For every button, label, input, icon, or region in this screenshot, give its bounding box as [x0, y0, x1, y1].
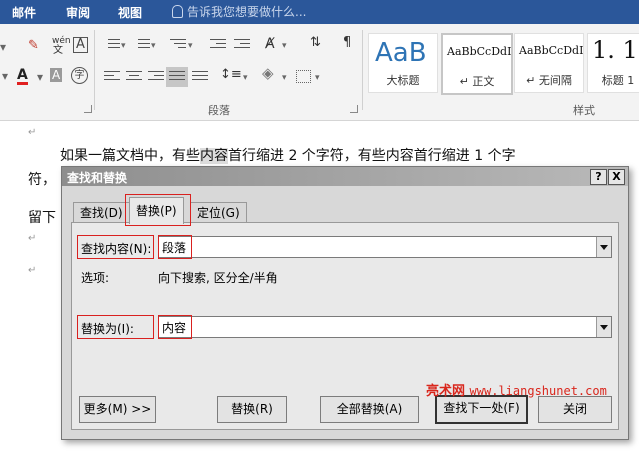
font-dialog-launcher-icon[interactable]: [84, 105, 92, 113]
show-marks-icon[interactable]: ¶: [343, 36, 351, 50]
find-dropdown-arrow-icon[interactable]: [596, 237, 611, 257]
style-name: ↵ 无间隔: [526, 74, 572, 87]
tab-mailings[interactable]: 邮件: [12, 4, 36, 21]
replace-input[interactable]: 内容: [162, 319, 186, 336]
font-color-arrow-icon[interactable]: ▾: [37, 70, 43, 84]
doc-line-2: 符，: [28, 172, 56, 188]
style-preview: 1. 1: [592, 36, 638, 64]
watermark-site: 亮术网: [426, 384, 466, 399]
doc-text: 首行缩进 2 个字符，有些内容首行缩进 1 个字: [228, 148, 516, 164]
find-label: 查找内容(N):: [81, 242, 152, 256]
paragraph-mark: ↵: [28, 127, 37, 138]
enclose-char-icon[interactable]: 字: [71, 67, 88, 84]
replace-label: 替换为(I):: [81, 322, 134, 336]
find-input[interactable]: 段落: [162, 239, 186, 256]
tab-view[interactable]: 视图: [118, 4, 142, 21]
style-title[interactable]: AaB 大标题: [368, 33, 438, 93]
doc-line-1: 如果一篇文档中，有些内容首行缩进 2 个字符，有些内容首行缩进 1 个字: [60, 145, 516, 165]
options-value: 向下搜索, 区分全/半角: [158, 271, 278, 285]
bullets-icon[interactable]: [104, 39, 120, 52]
style-no-spacing[interactable]: AaBbCcDdI ↵ 无间隔: [514, 33, 584, 93]
line-spacing-arrow-icon[interactable]: ▾: [243, 71, 248, 85]
font-color-icon[interactable]: A: [17, 68, 28, 85]
replace-button[interactable]: 替换(R): [217, 396, 287, 423]
replace-all-button[interactable]: 全部替换(A): [320, 396, 419, 423]
numbering-icon[interactable]: [134, 39, 150, 52]
decrease-indent-icon[interactable]: [210, 39, 226, 52]
style-name: 大标题: [386, 74, 420, 87]
align-right-icon[interactable]: [148, 71, 164, 84]
selected-text: 内容: [200, 148, 228, 164]
highlight-arrow-icon[interactable]: ▾: [2, 69, 8, 83]
dialog-titlebar[interactable]: 查找和替换 ? X: [62, 167, 628, 186]
style-normal[interactable]: AaBbCcDdI ↵ 正文: [441, 33, 513, 95]
justify-icon[interactable]: [166, 67, 188, 87]
chinese-layout-arrow-icon[interactable]: ▾: [282, 39, 287, 53]
dialog-title: 查找和替换: [67, 171, 128, 185]
help-button[interactable]: ?: [590, 169, 607, 185]
multilevel-list-icon[interactable]: [170, 39, 186, 52]
tell-me-box[interactable]: 告诉我您想要做什么...: [172, 3, 306, 20]
style-preview: AaB: [375, 38, 427, 68]
sort-icon[interactable]: ⇅: [310, 36, 321, 50]
paragraph-mark: ↵: [28, 265, 37, 276]
ribbon: ▾ ✎ wén 文 A ▾ A ▾ A 字 ▾ ▾ ▾ Ⱥ ▾ ⇅ ¶ ↕≡ ▾…: [0, 24, 639, 121]
tell-me-text: 告诉我您想要做什么...: [187, 5, 307, 19]
tab-replace[interactable]: 替换(P): [129, 197, 184, 224]
close-button[interactable]: 关闭: [538, 396, 612, 423]
char-border-icon[interactable]: A: [73, 37, 88, 53]
style-preview: AaBbCcDdI: [447, 45, 512, 58]
char-shading-icon[interactable]: A: [50, 68, 63, 82]
group-separator: [362, 30, 363, 110]
line-spacing-icon[interactable]: ↕≡: [220, 68, 242, 82]
close-x-button[interactable]: X: [608, 169, 625, 185]
style-name: 标题 1: [601, 74, 635, 87]
shading-arrow-icon[interactable]: ▾: [282, 71, 287, 85]
lightbulb-icon: [172, 5, 183, 18]
borders-arrow-icon[interactable]: ▾: [315, 71, 320, 85]
increase-indent-icon[interactable]: [234, 39, 250, 52]
chinese-layout-icon[interactable]: Ⱥ: [265, 37, 275, 51]
clear-format-icon[interactable]: ✎: [28, 39, 39, 53]
bullets-arrow-icon[interactable]: ▾: [121, 39, 126, 53]
find-next-button[interactable]: 查找下一处(F): [435, 395, 528, 424]
tab-find[interactable]: 查找(D): [73, 202, 130, 223]
distributed-icon[interactable]: [192, 71, 208, 84]
doc-line-3: 留下: [28, 210, 56, 226]
font-size-arrow-icon[interactable]: ▾: [0, 40, 6, 54]
replace-combo[interactable]: 内容: [158, 316, 612, 338]
multilevel-arrow-icon[interactable]: ▾: [188, 39, 193, 53]
styles-group-label: 样式: [573, 104, 595, 117]
paragraph-group-label: 段落: [208, 104, 230, 117]
options-label: 选项:: [81, 271, 110, 285]
doc-text: 如果一篇文档中，有些: [60, 148, 200, 164]
more-button[interactable]: 更多(M) >>: [79, 396, 156, 423]
align-center-icon[interactable]: [126, 71, 142, 84]
tab-goto[interactable]: 定位(G): [190, 202, 247, 223]
style-name: ↵ 正文: [459, 75, 495, 88]
style-preview: AaBbCcDdI: [519, 44, 584, 57]
watermark: 亮术网 www.liangshunet.com: [426, 380, 607, 399]
phonetic-guide-glyph: 文: [53, 45, 63, 56]
borders-icon[interactable]: [296, 70, 311, 83]
shading-icon[interactable]: ◈: [262, 66, 274, 81]
replace-dropdown-arrow-icon[interactable]: [596, 317, 611, 337]
ribbon-tab-bar: 邮件 审阅 视图 告诉我您想要做什么...: [0, 0, 639, 24]
align-left-icon[interactable]: [104, 71, 120, 84]
group-separator: [94, 30, 95, 110]
find-combo[interactable]: 段落: [158, 236, 612, 258]
paragraph-dialog-launcher-icon[interactable]: [350, 105, 358, 113]
tab-review[interactable]: 审阅: [66, 4, 90, 21]
style-heading-1[interactable]: 1. 1 标题 1: [587, 33, 639, 93]
paragraph-mark: ↵: [28, 233, 37, 244]
numbering-arrow-icon[interactable]: ▾: [151, 39, 156, 53]
watermark-url: www.liangshunet.com: [469, 384, 607, 398]
